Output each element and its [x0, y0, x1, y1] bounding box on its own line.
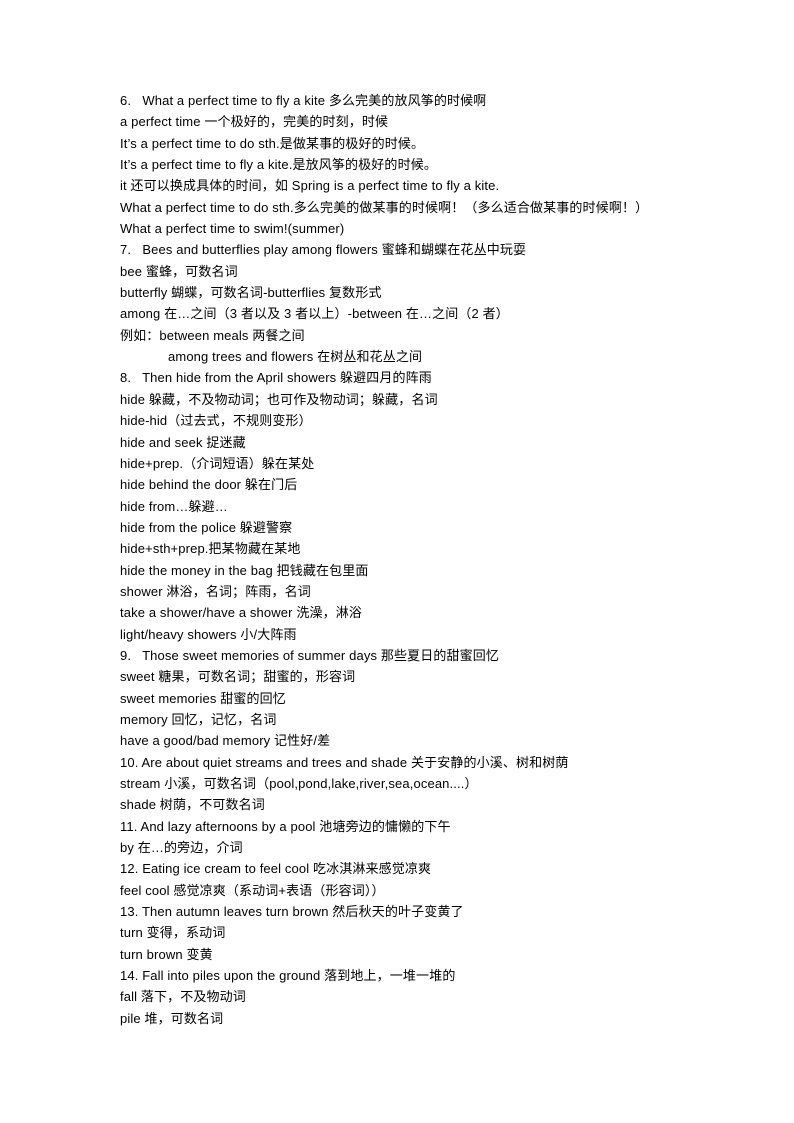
- note-line: It’s a perfect time to do sth.是做某事的极好的时候…: [120, 135, 425, 151]
- numbered-entry-line: 6. What a perfect time to fly a kite 多么完…: [120, 93, 487, 108]
- note-line: hide behind the door 躲在门后: [120, 477, 298, 493]
- note-line: It’s a perfect time to fly a kite.是放风筝的极…: [120, 157, 437, 173]
- numbered-entry-line: 9. Those sweet memories of summer days 那…: [120, 647, 500, 663]
- note-line: butterfly 蝴蝶，可数名词-butterflies 复数形式: [120, 285, 382, 301]
- note-line: a perfect time 一个极好的，完美的时刻，时候: [120, 114, 389, 130]
- note-line: hide+sth+prep.把某物藏在某地: [120, 541, 301, 557]
- note-line: hide and seek 捉迷藏: [120, 434, 246, 450]
- note-line: turn 变得，系动词: [120, 925, 226, 941]
- note-line: feel cool 感觉凉爽（系动词+表语（形容词））: [120, 882, 385, 898]
- note-line: shade 树荫，不可数名词: [120, 797, 265, 813]
- note-line: take a shower/have a shower 洗澡，淋浴: [120, 605, 362, 621]
- note-line: memory 回忆，记忆，名词: [120, 711, 277, 727]
- numbered-entry-line: 11. And lazy afternoons by a pool 池塘旁边的慵…: [120, 818, 451, 834]
- note-line: hide-hid（过去式，不规则变形）: [120, 413, 312, 429]
- note-line: it 还可以换成具体的时间，如 Spring is a perfect time…: [120, 178, 500, 194]
- note-line: among trees and flowers 在树丛和花丛之间: [168, 349, 423, 365]
- note-line: pile 堆，可数名词: [120, 1010, 224, 1026]
- numbered-entry-line: 10. Are about quiet streams and trees an…: [120, 754, 569, 770]
- note-line: 例如：between meals 两餐之间: [120, 327, 305, 343]
- numbered-entry-line: 14. Fall into piles upon the ground 落到地上…: [120, 968, 456, 984]
- note-line: by 在…的旁边，介词: [120, 840, 243, 856]
- note-line: sweet 糖果，可数名词；甜蜜的，形容词: [120, 669, 356, 685]
- note-line: hide from…躲避…: [120, 498, 228, 514]
- note-line: among 在…之间（3 者以及 3 者以上）-between 在…之间（2 者…: [120, 306, 509, 322]
- note-line: hide the money in the bag 把钱藏在包里面: [120, 562, 369, 578]
- note-line: stream 小溪，可数名词（pool,pond,lake,river,sea,…: [120, 776, 478, 791]
- note-line: hide from the police 躲避警察: [120, 519, 293, 535]
- note-line: hide 躲藏，不及物动词；也可作及物动词；躲藏，名词: [120, 391, 438, 407]
- note-line: bee 蜜蜂，可数名词: [120, 263, 238, 279]
- note-line: light/heavy showers 小/大阵雨: [120, 626, 297, 642]
- note-line: hide+prep.（介词短语）躲在某处: [120, 455, 315, 471]
- numbered-entry-line: 12. Eating ice cream to feel cool 吃冰淇淋来感…: [120, 861, 432, 877]
- note-line: turn brown 变黄: [120, 946, 213, 962]
- note-line: fall 落下，不及物动词: [120, 989, 246, 1005]
- document-page: 6. What a perfect time to fly a kite 多么完…: [0, 0, 794, 1123]
- note-line: have a good/bad memory 记性好/差: [120, 733, 331, 749]
- note-line: What a perfect time to do sth.多么完美的做某事的时…: [120, 199, 649, 215]
- note-line: sweet memories 甜蜜的回忆: [120, 690, 286, 706]
- study-notes-body: 6. What a perfect time to fly a kite 多么完…: [120, 90, 684, 1029]
- numbered-entry-line: 8. Then hide from the April showers 躲避四月…: [120, 370, 432, 386]
- note-line: What a perfect time to swim!(summer): [120, 221, 345, 237]
- numbered-entry-line: 13. Then autumn leaves turn brown 然后秋天的叶…: [120, 904, 464, 920]
- note-line: shower 淋浴，名词；阵雨，名词: [120, 583, 311, 599]
- numbered-entry-line: 7. Bees and butterflies play among flowe…: [120, 242, 527, 258]
